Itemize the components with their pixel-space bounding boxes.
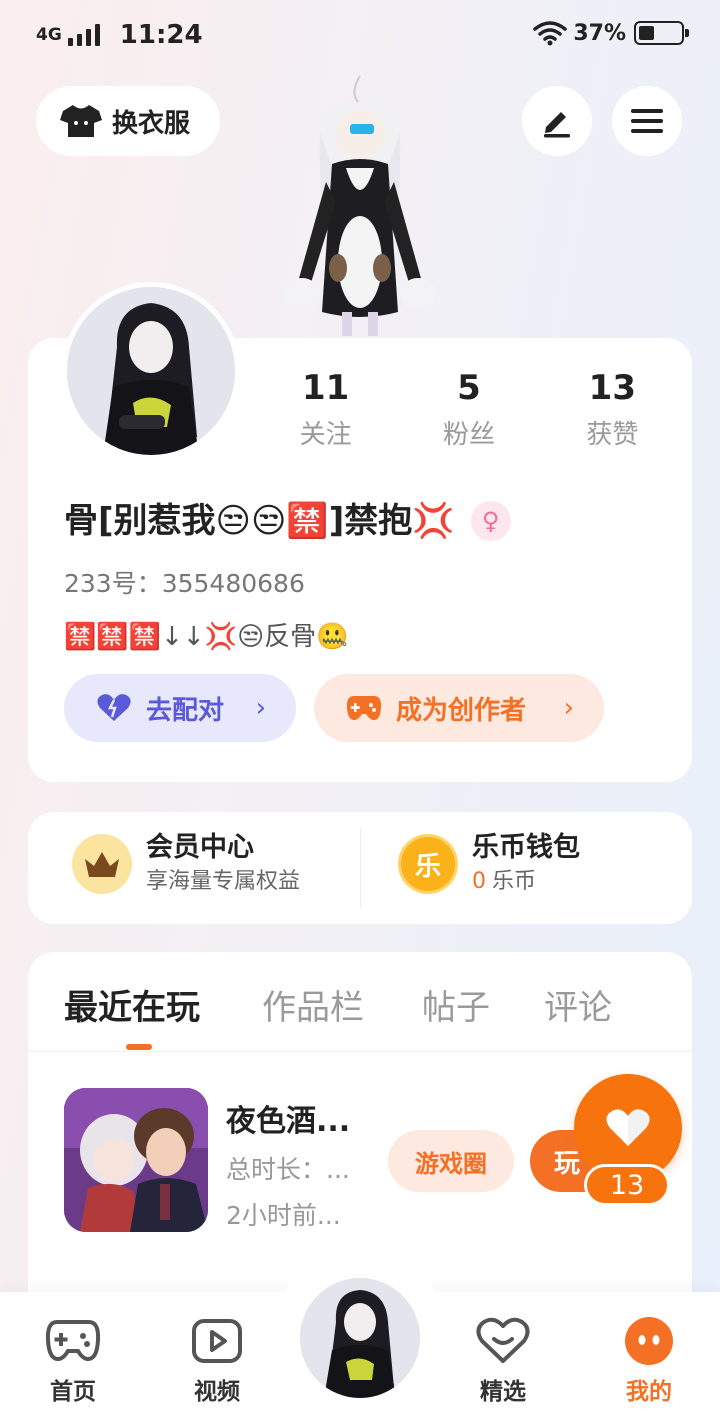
game-title: 夜色酒... [226,1104,351,1139]
status-bar: 4G 11:24 37% [0,0,720,72]
like-count: 13 [584,1164,670,1206]
fans-count: 5 [457,368,481,408]
game-thumbnail[interactable] [64,1088,208,1232]
match-button[interactable]: 去配对 › [64,674,296,742]
likes-count: 13 [588,368,636,408]
gamepad-icon [346,696,382,721]
vip-center-entry[interactable]: 会员中心 享海量专属权益 [72,830,300,898]
nickname-text: 骨[别惹我😒😒🈲]禁抱💢 [64,501,455,541]
coin-amount: 0 [472,869,486,894]
nav-video[interactable]: 视频 [172,1312,262,1406]
tab-recent[interactable]: 最近在玩 [64,980,200,1029]
vip-center-subtitle: 享海量专属权益 [146,869,301,894]
chevron-right-icon: › [255,693,266,723]
following-count: 11 [302,368,350,408]
nav-video-label: 视频 [194,1379,240,1405]
game-circle-button[interactable]: 游戏圈 [388,1130,514,1192]
crown-icon [72,834,132,894]
game-duration: 总时长：... [226,1155,350,1184]
vip-center-title: 会员中心 [146,832,254,863]
coin-icon: 乐 [398,834,458,894]
nav-home[interactable]: 首页 [28,1312,118,1406]
female-gender-icon: ♀ [470,501,511,541]
network-label: 4G [36,25,62,45]
nav-featured-label: 精选 [480,1379,526,1405]
battery-icon [634,21,689,45]
change-outfit-button[interactable]: 换衣服 [36,86,220,156]
heart-icon [606,1109,650,1146]
heart-icon [97,694,131,721]
heart-badge-icon [476,1317,530,1363]
tab-works[interactable]: 作品栏 [262,980,364,1029]
tab-posts[interactable]: 帖子 [422,980,490,1029]
coin-balance: 0 乐币 [472,866,580,898]
wallet-card: 会员中心 享海量专属权益 乐 乐币钱包 0 乐币 [28,812,692,924]
stat-following[interactable]: 11 关注 [254,368,397,451]
clock: 11:24 [119,20,203,50]
avatar[interactable] [62,282,240,460]
nav-featured[interactable]: 精选 [458,1312,548,1406]
nickname: 骨[别惹我😒😒🈲]禁抱💢 ♀ [64,496,511,546]
following-label: 关注 [299,420,352,450]
gamepad-icon [45,1320,101,1362]
likes-label: 获赞 [586,420,639,450]
profile-stats: 11 关注 5 粉丝 13 获赞 [254,368,684,451]
become-creator-label: 成为创作者 [396,695,527,726]
nav-center-avatar[interactable] [296,1274,424,1402]
avatar-3d-figure[interactable] [280,72,440,340]
stat-fans[interactable]: 5 粉丝 [397,368,540,451]
menu-button[interactable] [612,86,682,156]
wifi-icon [533,21,568,46]
edit-profile-button[interactable] [522,86,592,156]
change-outfit-label: 换衣服 [112,107,191,138]
become-creator-button[interactable]: 成为创作者 › [314,674,604,742]
tab-indicator [126,1044,152,1050]
coin-wallet-entry[interactable]: 乐 乐币钱包 0 乐币 [398,830,580,898]
match-label: 去配对 [146,695,225,726]
shirt-icon [60,105,102,137]
fans-label: 粉丝 [442,420,495,450]
chevron-right-icon: › [563,693,574,723]
bio: 🈲🈲🈲↓↓💢😒反骨🤐 [64,622,349,652]
tab-comments[interactable]: 评论 [544,980,612,1029]
coin-unit: 乐币 [492,869,537,894]
user-id[interactable]: 233号：355480686 [64,564,305,600]
content-tabs: 最近在玩 作品栏 帖子 评论 [28,952,692,1052]
video-icon [192,1319,242,1363]
signal-icon [67,24,104,46]
stat-likes[interactable]: 13 获赞 [541,368,684,451]
battery-percent: 37% [573,20,626,46]
nav-home-label: 首页 [50,1379,96,1405]
edit-icon [544,112,570,138]
profile-dots-icon [625,1317,673,1365]
divider [360,828,361,908]
nav-mine-label: 我的 [626,1379,672,1405]
menu-icon [631,109,663,133]
coin-wallet-title: 乐币钱包 [472,832,580,863]
game-last-played: 2小时前... [226,1201,341,1230]
nav-mine[interactable]: 我的 [604,1312,694,1406]
